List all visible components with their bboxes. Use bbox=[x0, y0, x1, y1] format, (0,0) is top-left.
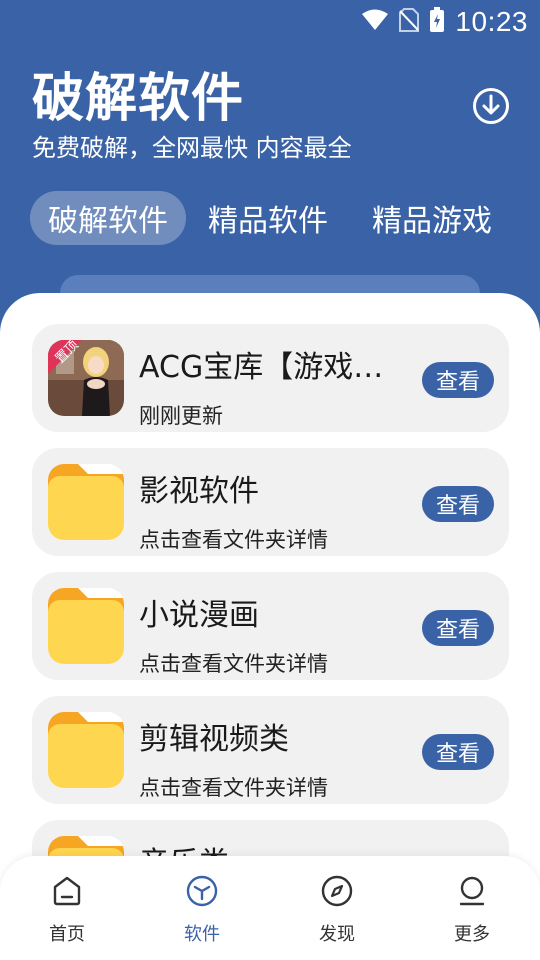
item-title: 影视软件 bbox=[139, 474, 259, 509]
cube-icon bbox=[185, 874, 219, 908]
folder-icon bbox=[48, 464, 124, 540]
view-button[interactable]: 查看 bbox=[422, 362, 494, 398]
view-button[interactable]: 查看 bbox=[422, 486, 494, 522]
status-bar: 10:23 bbox=[0, 0, 540, 44]
compass-icon bbox=[320, 874, 354, 908]
list-item[interactable]: 影视软件 点击查看文件夹详情 查看 bbox=[32, 448, 509, 556]
view-button[interactable]: 查看 bbox=[422, 610, 494, 646]
nav-item-discover[interactable]: 发现 bbox=[287, 874, 387, 954]
nav-item-software[interactable]: 软件 bbox=[152, 874, 252, 954]
tab-crack-software[interactable]: 破解软件 bbox=[30, 191, 186, 245]
folder-icon bbox=[48, 588, 124, 664]
list-item[interactable]: 剪辑视频类 点击查看文件夹详情 查看 bbox=[32, 696, 509, 804]
item-title: 小说漫画 bbox=[139, 598, 259, 633]
bottom-navigation: 首页 软件 发现 更多 bbox=[0, 856, 540, 960]
list-item[interactable]: 置顶 ACG宝库【游戏动漫】 刚刚更新 查看 bbox=[32, 324, 509, 432]
download-circle-icon bbox=[472, 88, 510, 129]
category-tabs: 破解软件 精品软件 精品游戏 bbox=[30, 190, 496, 246]
tab-premium-software[interactable]: 精品软件 bbox=[204, 191, 332, 245]
download-button[interactable] bbox=[472, 87, 510, 125]
home-icon bbox=[50, 874, 84, 908]
nav-item-more[interactable]: 更多 bbox=[422, 874, 522, 954]
item-subtitle: 点击查看文件夹详情 bbox=[139, 528, 328, 552]
item-title: ACG宝库【游戏动漫】 bbox=[139, 350, 397, 385]
nav-label: 软件 bbox=[184, 924, 220, 945]
status-time: 10:23 bbox=[455, 6, 528, 37]
acg-thumbnail: 置顶 bbox=[48, 340, 124, 416]
view-button[interactable]: 查看 bbox=[422, 734, 494, 770]
folder-icon bbox=[48, 712, 124, 788]
item-subtitle: 刚刚更新 bbox=[139, 404, 223, 428]
page-title: 破解软件 bbox=[32, 69, 245, 129]
nav-label: 发现 bbox=[319, 924, 355, 945]
nav-label: 首页 bbox=[49, 924, 85, 945]
nav-item-home[interactable]: 首页 bbox=[17, 874, 117, 954]
nav-label: 更多 bbox=[454, 924, 490, 945]
tab-premium-games[interactable]: 精品游戏 bbox=[368, 191, 496, 245]
list-item[interactable]: 小说漫画 点击查看文件夹详情 查看 bbox=[32, 572, 509, 680]
page-subtitle: 免费破解，全网最快 内容最全 bbox=[32, 134, 352, 162]
no-sim-icon bbox=[399, 8, 420, 36]
wifi-icon bbox=[361, 9, 389, 35]
battery-charging-icon bbox=[429, 7, 445, 37]
item-title: 剪辑视频类 bbox=[139, 722, 289, 757]
person-icon bbox=[455, 874, 489, 908]
item-subtitle: 点击查看文件夹详情 bbox=[139, 776, 328, 800]
item-subtitle: 点击查看文件夹详情 bbox=[139, 652, 328, 676]
